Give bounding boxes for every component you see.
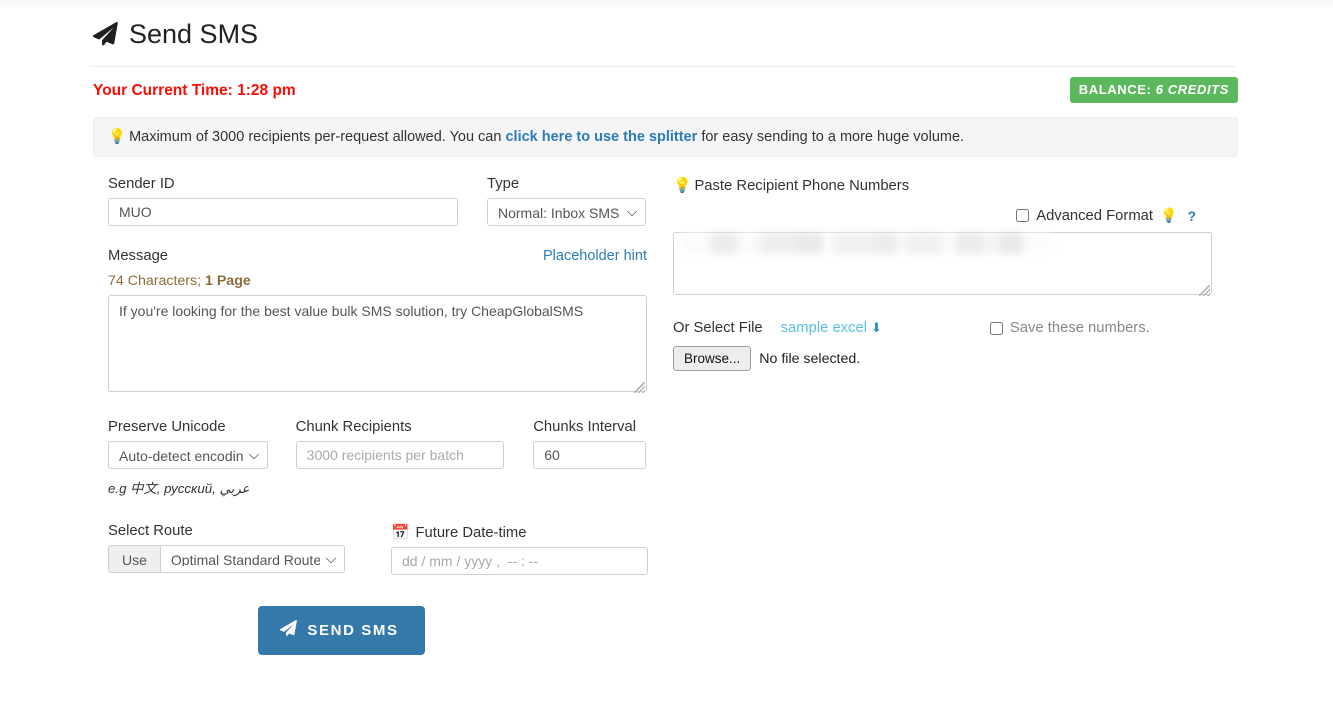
send-sms-button-label: SEND SMS — [307, 622, 399, 639]
page-title-text: Send SMS — [129, 19, 259, 49]
or-select-file-label: Or Select File — [673, 320, 763, 336]
save-numbers-row: Save these numbers. — [989, 320, 1150, 336]
message-label: Message — [108, 248, 169, 264]
unicode-chunk-row: Preserve Unicode Auto-detect encoding e.… — [108, 419, 653, 497]
sample-excel-link[interactable]: sample excel — [781, 320, 867, 336]
paste-recipients-label: 💡 Paste Recipient Phone Numbers — [673, 176, 1218, 194]
calendar-icon: 📅 — [391, 525, 410, 541]
message-header: Message Placeholder hint — [108, 248, 647, 264]
top-strip — [0, 0, 1333, 8]
save-numbers-checkbox[interactable] — [989, 321, 1003, 335]
send-sms-button[interactable]: SEND SMS — [258, 606, 425, 655]
type-group: Type Normal: Inbox SMS — [487, 176, 646, 226]
alert-text-before: Maximum of 3000 recipients per-request a… — [129, 129, 502, 145]
paper-plane-icon — [92, 22, 118, 47]
advanced-format-row: Advanced Format 💡 ? — [673, 207, 1218, 224]
file-select-row: Or Select File sample excel ⬇ Save these… — [673, 320, 1218, 336]
route-use-addon: Use — [108, 545, 160, 573]
type-select[interactable]: Normal: Inbox SMS — [487, 198, 646, 226]
future-datetime-label-text: Future Date-time — [415, 525, 527, 541]
recipients-textarea-wrap — [673, 224, 1212, 298]
route-input-group: Use Optimal Standard Route — [108, 545, 391, 573]
sender-id-group: Sender ID — [108, 176, 458, 226]
chunks-interval-label: Chunks Interval — [533, 419, 637, 435]
send-plane-icon — [280, 620, 298, 641]
alert-text-after: for easy sending to a more huge volume. — [701, 129, 965, 145]
future-datetime-group: 📅 Future Date-time — [391, 523, 648, 575]
preserve-unicode-label: Preserve Unicode — [108, 419, 226, 435]
header-divider — [90, 66, 1235, 67]
type-label: Type — [487, 176, 520, 192]
page-title: Send SMS — [92, 8, 1238, 50]
lightbulb-icon: 💡 — [673, 178, 692, 194]
unicode-hint: e.g 中文, русский, عربي — [108, 481, 250, 496]
chunk-recipients-label: Chunk Recipients — [295, 419, 412, 435]
splitter-link[interactable]: click here to use the splitter — [505, 129, 697, 145]
character-counter: 74 Characters; 1 Page — [108, 273, 653, 289]
advanced-format-label: Advanced Format — [1036, 207, 1153, 224]
sender-type-row: Sender ID Type Normal: Inbox SMS — [108, 176, 653, 226]
select-route-label: Select Route — [108, 523, 193, 539]
balance-badge: BALANCE: 6 CREDITS — [1069, 77, 1238, 103]
advanced-format-checkbox[interactable] — [1016, 209, 1030, 222]
lightbulb-icon: 💡 — [108, 129, 127, 145]
sender-id-input[interactable] — [108, 198, 458, 226]
browse-row: Browse... No file selected. — [673, 346, 1218, 371]
chunks-interval-group: Chunks Interval — [533, 419, 653, 497]
message-textarea[interactable] — [108, 295, 647, 392]
redacted-phone-numbers — [682, 232, 1052, 254]
no-file-selected-text: No file selected. — [759, 350, 861, 367]
page-count-text: 1 Page — [205, 273, 251, 289]
send-sms-page: Send SMS Your Current Time: 1:28 pm BALA… — [88, 8, 1238, 655]
left-column: Sender ID Type Normal: Inbox SMS Message… — [88, 176, 653, 655]
preserve-unicode-group: Preserve Unicode Auto-detect encoding e.… — [108, 419, 296, 497]
sender-id-label: Sender ID — [108, 176, 175, 192]
placeholder-hint-link[interactable]: Placeholder hint — [543, 248, 647, 264]
future-datetime-label: 📅 Future Date-time — [391, 523, 648, 541]
chunks-interval-input[interactable] — [533, 441, 647, 469]
right-column: 💡 Paste Recipient Phone Numbers Advanced … — [653, 176, 1218, 655]
browse-button[interactable]: Browse... — [673, 346, 752, 371]
future-datetime-input[interactable] — [391, 547, 648, 575]
balance-value: 6 CREDITS — [1155, 82, 1229, 97]
lightbulb-icon: 💡 — [1160, 207, 1178, 223]
send-button-wrap: SEND SMS — [108, 606, 653, 655]
select-route-group: Select Route Use Optimal Standard Route — [108, 523, 391, 575]
balance-prefix: BALANCE: — [1078, 82, 1152, 97]
form-columns: Sender ID Type Normal: Inbox SMS Message… — [88, 176, 1238, 655]
current-time-label: Your Current Time: 1:28 pm — [93, 82, 296, 99]
chunk-recipients-group: Chunk Recipients — [295, 419, 534, 497]
status-row: Your Current Time: 1:28 pm BALANCE: 6 CR… — [93, 77, 1238, 108]
preserve-unicode-select[interactable]: Auto-detect encoding — [108, 441, 268, 469]
paste-recipients-label-text: Paste Recipient Phone Numbers — [694, 178, 910, 194]
splitter-info-alert: 💡 Maximum of 3000 recipients per-request … — [93, 117, 1238, 157]
chunk-recipients-input[interactable] — [295, 441, 504, 469]
route-select[interactable]: Optimal Standard Route — [159, 545, 345, 573]
save-numbers-label: Save these numbers. — [1009, 320, 1150, 336]
char-count-text: 74 Characters; — [108, 273, 202, 289]
message-textarea-wrap — [108, 289, 647, 395]
download-icon[interactable]: ⬇ — [871, 320, 882, 336]
route-datetime-row: Select Route Use Optimal Standard Route … — [108, 523, 653, 575]
question-mark-icon[interactable]: ? — [1187, 208, 1196, 224]
